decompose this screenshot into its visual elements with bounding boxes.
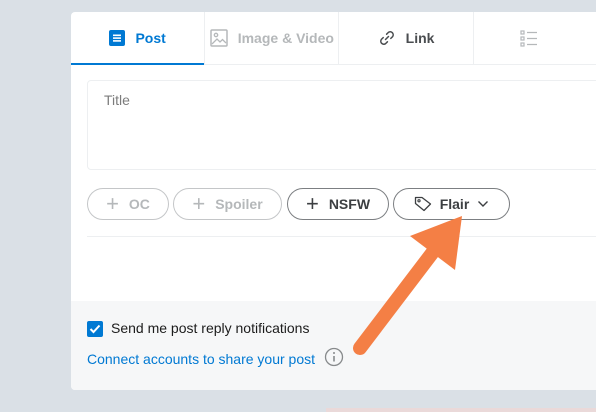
spoiler-tag-button[interactable]: + Spoiler: [173, 188, 282, 220]
tab-image-video-label: Image & Video: [237, 30, 334, 46]
post-icon: [109, 30, 126, 46]
info-icon[interactable]: [324, 347, 344, 372]
plus-icon: +: [106, 191, 119, 216]
spoiler-tag-label: Spoiler: [215, 196, 263, 212]
tab-image-video[interactable]: Image & Video: [205, 12, 340, 64]
flair-button[interactable]: Flair: [393, 188, 510, 220]
tab-link[interactable]: Link: [339, 12, 474, 64]
notify-label: Send me post reply notifications: [111, 320, 310, 336]
post-type-tabs: Post Image & Video Link: [71, 12, 596, 65]
tab-poll[interactable]: [474, 12, 596, 64]
flair-label: Flair: [439, 196, 470, 212]
divider: [87, 236, 596, 237]
connect-accounts-link[interactable]: Connect accounts to share your post: [87, 351, 315, 367]
tab-post-label: Post: [135, 30, 166, 46]
plus-icon: +: [305, 191, 319, 216]
nsfw-tag-button[interactable]: + NSFW: [287, 188, 389, 220]
oc-tag-label: OC: [128, 196, 150, 212]
poll-icon: [520, 29, 538, 47]
tab-post[interactable]: Post: [71, 12, 206, 65]
nsfw-tag-label: NSFW: [328, 196, 371, 212]
oc-tag-button[interactable]: + OC: [87, 188, 169, 220]
post-composer-card: Post Image & Video Link Title + OC + Spo…: [71, 12, 596, 390]
plus-icon: +: [192, 191, 206, 216]
title-placeholder: Title: [104, 92, 130, 108]
post-options-footer: Send me post reply notifications Connect…: [71, 301, 596, 390]
tag-icon: [414, 196, 432, 212]
title-input[interactable]: Title: [87, 80, 596, 170]
link-icon: [378, 29, 396, 47]
bottom-strip: [326, 408, 596, 412]
checkmark-icon: [89, 324, 101, 334]
notify-checkbox[interactable]: [87, 321, 103, 337]
image-icon: [209, 29, 228, 47]
tab-link-label: Link: [405, 30, 435, 46]
chevron-down-icon: [477, 200, 489, 208]
